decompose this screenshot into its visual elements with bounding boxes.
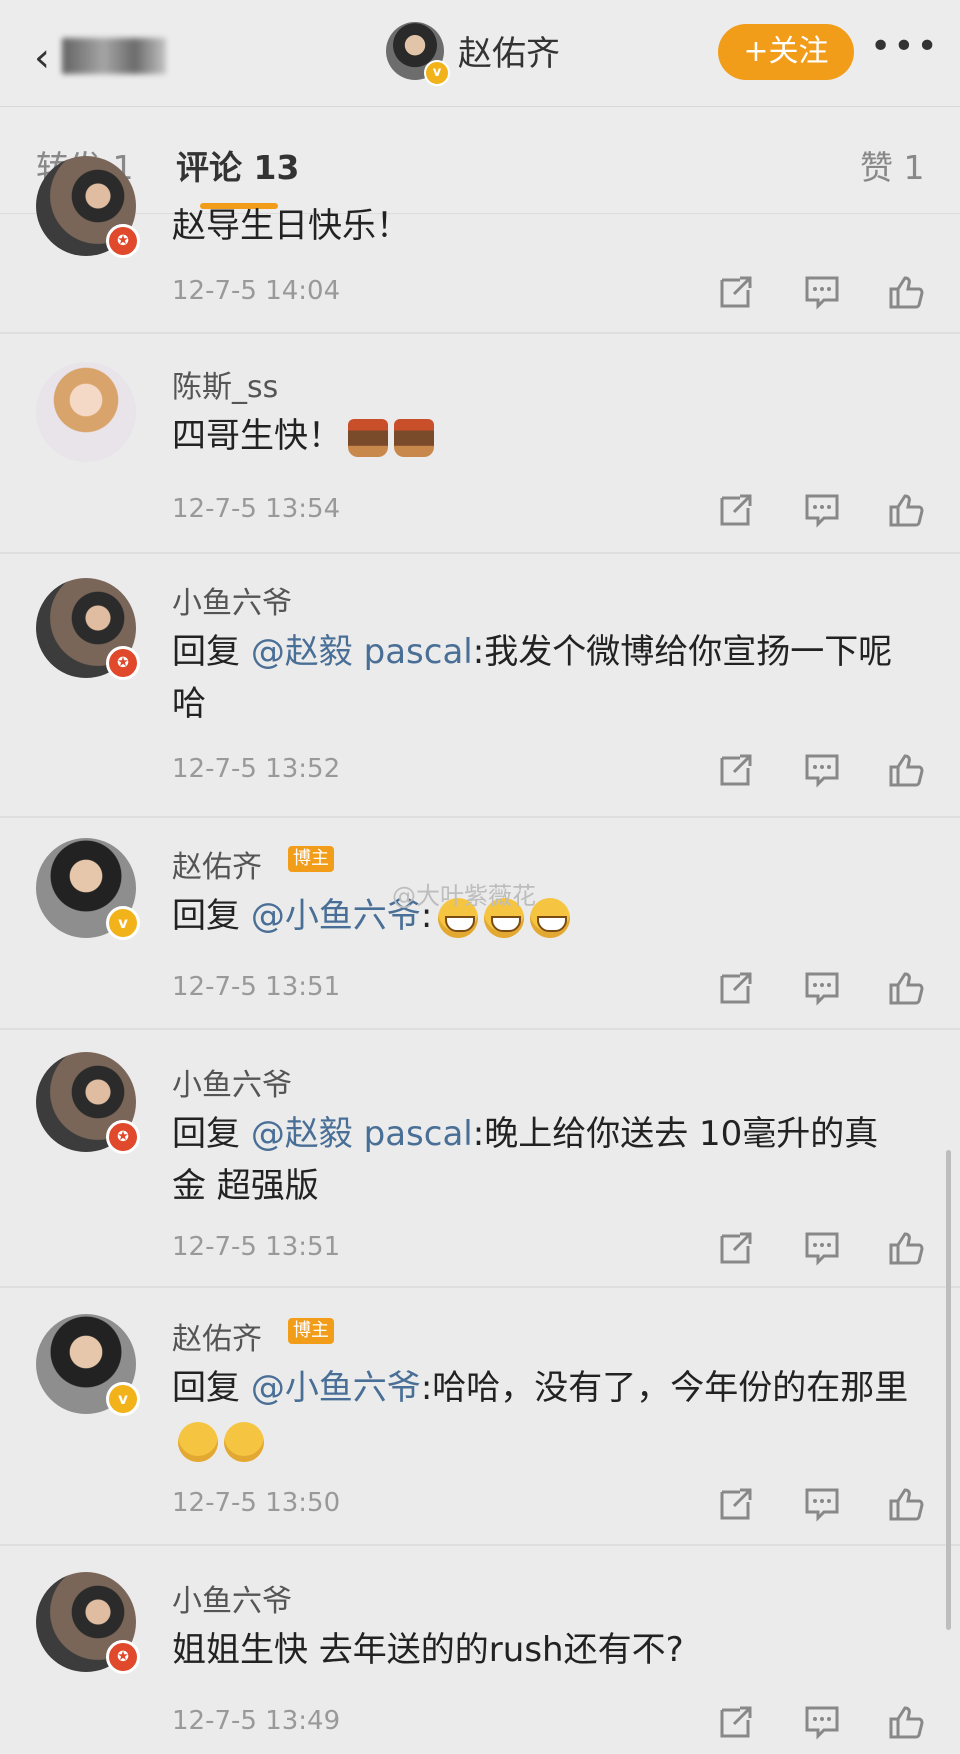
back-button[interactable]: ‹	[28, 28, 166, 78]
like-icon[interactable]	[886, 490, 926, 530]
page-title[interactable]: 赵佑齐	[458, 26, 560, 75]
comment-time: 12-7-5 13:54	[172, 494, 341, 524]
verified-v-icon: v	[106, 906, 140, 940]
comment-username[interactable]: 赵佑齐	[172, 842, 262, 886]
comment-time: 12-7-5 13:49	[172, 1706, 341, 1736]
comment-body: :哈哈，没有了，今年份的在那里	[420, 1368, 909, 1408]
comment-text: 姐姐生快 去年送的的rush还有不?	[172, 1630, 684, 1670]
repost-icon[interactable]	[716, 750, 756, 790]
comment-username[interactable]: 赵佑齐	[172, 1314, 262, 1358]
comment-icon[interactable]	[802, 1228, 842, 1268]
comment-time: 12-7-5 14:04	[172, 276, 341, 306]
comment-username[interactable]: 小鱼六爷	[172, 1576, 292, 1620]
mention-link[interactable]: @小鱼六爷	[251, 1368, 421, 1408]
reply-prefix: 回复	[172, 1114, 240, 1154]
avatar[interactable]: v	[36, 838, 140, 940]
comment-item: v 赵佑齐 博主 回复 @小鱼六爷:哈哈，没有了，今年份的在那里 12-7-5 …	[0, 1288, 960, 1544]
comment-username[interactable]: 陈斯_ss	[172, 362, 278, 406]
avatar[interactable]: ✪	[36, 1052, 140, 1154]
verified-v-icon: v	[106, 1382, 140, 1416]
like-icon[interactable]	[886, 1484, 926, 1524]
mention-link[interactable]: @赵毅 pascal	[251, 632, 473, 672]
comment-item: ✪ 小鱼六爷 回复 @赵毅 pascal:晚上给你送去 10毫升的真金 超强版 …	[0, 1030, 960, 1286]
back-chevron-icon: ‹	[34, 35, 50, 81]
red-badge-icon: ✪	[106, 1640, 140, 1674]
avatar[interactable]: ✪	[36, 578, 140, 680]
author-tag: 博主	[288, 846, 334, 872]
tab-comments[interactable]: 评论 13	[176, 141, 299, 189]
red-badge-icon: ✪	[106, 646, 140, 680]
comment-text: 回复 @赵毅 pascal:我发个微博给你宣扬一下呢哈	[172, 626, 912, 730]
blurred-back-label	[62, 38, 166, 74]
follow-button[interactable]: +关注	[718, 24, 854, 80]
repost-icon[interactable]	[716, 1228, 756, 1268]
comment-time: 12-7-5 13:51	[172, 1232, 341, 1262]
more-options-icon[interactable]: •••	[870, 26, 940, 67]
avatar[interactable]	[36, 362, 136, 462]
thinking-emoji-icon	[178, 1421, 218, 1462]
top-bar: ‹ v 赵佑齐 +关注 •••	[0, 0, 960, 107]
repost-icon[interactable]	[716, 490, 756, 530]
author-avatar[interactable]: v	[386, 22, 450, 86]
comment-item: ✪ 小鱼六爷 回复 @赵毅 pascal:我发个微博给你宣扬一下呢哈 12-7-…	[0, 554, 960, 816]
mention-link[interactable]: @赵毅 pascal	[251, 1114, 473, 1154]
reply-prefix: 回复	[172, 1368, 240, 1408]
like-icon[interactable]	[886, 272, 926, 312]
avatar[interactable]: ✪	[36, 1572, 140, 1674]
comment-time: 12-7-5 13:51	[172, 972, 341, 1002]
comment-icon[interactable]	[802, 272, 842, 312]
tab-bar: 转发 1 评论 13 赞 1	[0, 107, 960, 214]
comment-text: 四哥生快！	[172, 410, 912, 462]
reply-prefix: 回复	[172, 896, 240, 936]
comment-item: ✪ 小鱼六爷 姐姐生快 去年送的的rush还有不? 12-7-5 13:49	[0, 1546, 960, 1754]
comment-icon[interactable]	[802, 750, 842, 790]
comment-time: 12-7-5 13:50	[172, 1488, 341, 1518]
like-icon[interactable]	[886, 1228, 926, 1268]
comment-body: 四哥生快！	[172, 416, 342, 456]
comment-text: 回复 @小鱼六爷:哈哈，没有了，今年份的在那里	[172, 1362, 912, 1466]
scrollbar[interactable]	[946, 1150, 951, 1630]
comment-icon[interactable]	[802, 1702, 842, 1742]
reply-prefix: 回复	[172, 632, 240, 672]
watermark: @大叶紫薇花	[392, 882, 536, 910]
comment-item: 陈斯_ss 四哥生快！ 12-7-5 13:54	[0, 334, 960, 552]
comment-icon[interactable]	[802, 1484, 842, 1524]
repost-icon[interactable]	[716, 1484, 756, 1524]
cake-emoji-icon	[348, 418, 388, 457]
comment-username[interactable]: 小鱼六爷	[172, 578, 292, 622]
thinking-emoji-icon	[224, 1421, 264, 1462]
comment-text: 赵导生日快乐！	[172, 206, 410, 244]
red-badge-icon: ✪	[106, 224, 140, 258]
author-tag: 博主	[288, 1318, 334, 1344]
comment-username[interactable]: 小鱼六爷	[172, 1060, 292, 1104]
comment-time: 12-7-5 13:52	[172, 754, 341, 784]
verified-v-icon: v	[424, 60, 450, 86]
avatar[interactable]: ✪	[36, 156, 140, 258]
comment-item: v 赵佑齐 博主 回复 @小鱼六爷: 12-7-5 13:51	[0, 818, 960, 1028]
red-badge-icon: ✪	[106, 1120, 140, 1154]
like-icon[interactable]	[886, 968, 926, 1008]
repost-icon[interactable]	[716, 272, 756, 312]
comment-text: 回复 @赵毅 pascal:晚上给你送去 10毫升的真金 超强版	[172, 1108, 912, 1212]
repost-icon[interactable]	[716, 1702, 756, 1742]
cake-emoji-icon	[394, 418, 434, 457]
avatar[interactable]: v	[36, 1314, 140, 1416]
repost-icon[interactable]	[716, 968, 756, 1008]
comment-text: 回复 @小鱼六爷:	[172, 890, 912, 942]
like-icon[interactable]	[886, 1702, 926, 1742]
tab-likes[interactable]: 赞 1	[860, 141, 925, 189]
like-icon[interactable]	[886, 750, 926, 790]
comment-icon[interactable]	[802, 490, 842, 530]
grin-emoji-icon	[530, 897, 571, 938]
comment-icon[interactable]	[802, 968, 842, 1008]
comment-item: ✪ 赵导生日快乐！ 12-7-5 14:04	[0, 156, 960, 332]
